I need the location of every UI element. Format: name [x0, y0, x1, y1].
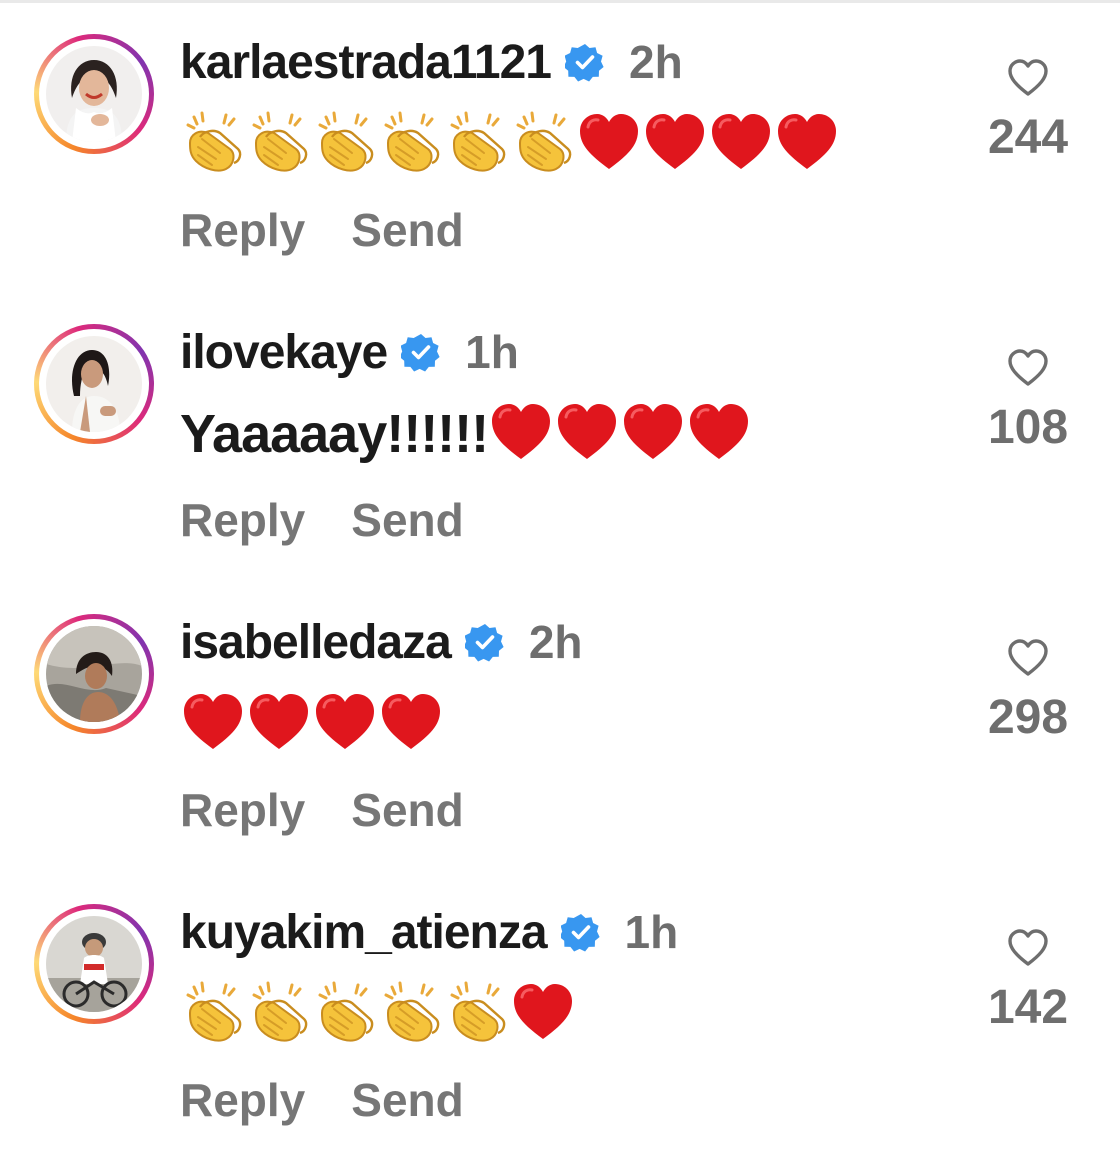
clapping-hands-emoji-icon [444, 979, 510, 1045]
verified-badge-icon [559, 912, 601, 952]
like-heart-icon[interactable] [1006, 56, 1050, 100]
comment-body [180, 688, 444, 760]
like-heart-icon[interactable] [1006, 346, 1050, 390]
send-button[interactable]: Send [351, 783, 463, 837]
send-button[interactable]: Send [351, 203, 463, 257]
verified-badge-icon [399, 332, 441, 372]
red-heart-emoji-icon [642, 109, 708, 175]
like-heart-icon[interactable] [1006, 926, 1050, 970]
send-button[interactable]: Send [351, 1073, 463, 1127]
send-button[interactable]: Send [351, 493, 463, 547]
red-heart-emoji-icon [686, 399, 752, 465]
avatar[interactable] [34, 324, 154, 444]
like-count: 244 [987, 111, 1069, 164]
red-heart-emoji-icon [576, 109, 642, 175]
clapping-hands-emoji-icon [246, 979, 312, 1045]
avatar-photo [46, 916, 142, 1012]
red-heart-emoji-icon [312, 689, 378, 755]
red-heart-emoji-icon [774, 109, 840, 175]
red-heart-emoji-icon [246, 689, 312, 755]
clapping-hands-emoji-icon [312, 109, 378, 175]
comment-item: karlaestrada1121 2h Reply Send 244 [0, 0, 1120, 290]
clapping-hands-emoji-icon [510, 109, 576, 175]
verified-badge-icon [463, 622, 505, 662]
clapping-hands-emoji-icon [180, 109, 246, 175]
red-heart-emoji-icon [620, 399, 686, 465]
comment-body: Yaaaaay!!!!!! [180, 398, 752, 470]
comment-item: ilovekaye 1h Yaaaaay!!!!!! Reply Send 10… [0, 290, 1120, 580]
reply-button[interactable]: Reply [180, 203, 305, 257]
avatar[interactable] [34, 34, 154, 154]
comment-timestamp: 2h [528, 616, 583, 668]
avatar[interactable] [34, 614, 154, 734]
verified-badge-icon [563, 42, 605, 82]
reply-button[interactable]: Reply [180, 493, 305, 547]
reply-button[interactable]: Reply [180, 783, 305, 837]
clapping-hands-emoji-icon [246, 109, 312, 175]
avatar-photo [46, 336, 142, 432]
comment-item: isabelledaza 2h Reply Send 298 [0, 580, 1120, 870]
red-heart-emoji-icon [554, 399, 620, 465]
red-heart-emoji-icon [378, 689, 444, 755]
clapping-hands-emoji-icon [378, 979, 444, 1045]
like-count: 298 [987, 691, 1069, 744]
comment-timestamp: 2h [629, 36, 683, 88]
like-count: 108 [987, 401, 1069, 454]
clapping-hands-emoji-icon [180, 979, 246, 1045]
comment-username[interactable]: kuyakim_atienza [180, 905, 548, 960]
comment-username[interactable]: isabelledaza [180, 615, 452, 670]
red-heart-emoji-icon [180, 689, 246, 755]
avatar-photo [46, 46, 142, 142]
like-heart-icon[interactable] [1006, 636, 1050, 680]
comment-item: kuyakim_atienza 1h Reply Send 142 [0, 870, 1120, 1160]
like-count: 142 [987, 981, 1069, 1034]
red-heart-emoji-icon [488, 399, 554, 465]
comment-body [180, 108, 840, 180]
comment-timestamp: 1h [624, 906, 679, 958]
reply-button[interactable]: Reply [180, 1073, 305, 1127]
red-heart-emoji-icon [708, 109, 774, 175]
clapping-hands-emoji-icon [444, 109, 510, 175]
clapping-hands-emoji-icon [378, 109, 444, 175]
comment-username[interactable]: karlaestrada1121 [180, 35, 552, 90]
avatar-photo [46, 626, 142, 722]
red-heart-emoji-icon [510, 979, 576, 1045]
comment-username[interactable]: ilovekaye [180, 325, 388, 380]
comment-body [180, 978, 576, 1050]
comment-timestamp: 1h [465, 326, 519, 378]
comment-text: Yaaaaay!!!!!! [180, 404, 489, 464]
clapping-hands-emoji-icon [312, 979, 378, 1045]
avatar[interactable] [34, 904, 154, 1024]
